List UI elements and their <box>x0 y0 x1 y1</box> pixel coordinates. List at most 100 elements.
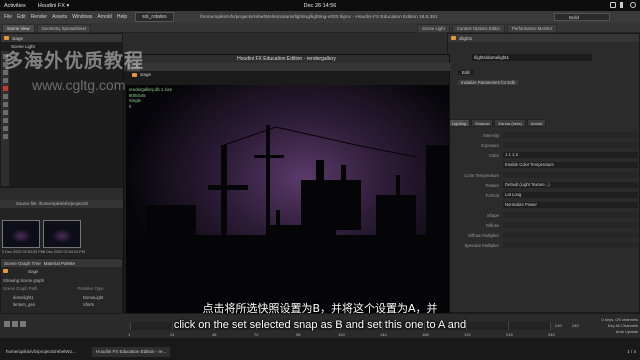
parameter-value[interactable] <box>503 242 638 248</box>
render-info-overlay: rendergallery.db 1 size 800x545 Single 0 <box>129 87 172 109</box>
parameter-row[interactable]: Exposure <box>448 142 639 149</box>
scene-viewer-subhead: Scene Light <box>11 44 35 49</box>
tab-karma[interactable]: Karma (beta) <box>494 119 526 127</box>
desktop-dropdown[interactable]: Build <box>554 13 610 21</box>
viewer-toolbar <box>1 51 9 186</box>
scene-graph-path-label[interactable]: stage <box>28 269 38 275</box>
tab-performance-monitor[interactable]: Performance Monitor <box>507 24 558 33</box>
parameter-value[interactable] <box>503 142 638 148</box>
parameter-value[interactable] <box>503 132 638 138</box>
select-tool-icon[interactable] <box>2 54 8 59</box>
volume-icon <box>620 2 626 8</box>
taskbar: home/opikis/vfx/projects/rebelWo... Houd… <box>0 338 640 360</box>
parameter-value[interactable] <box>503 172 638 178</box>
tab-material-palette[interactable]: Material Palette <box>44 261 75 266</box>
frame-label: 240 <box>548 332 555 337</box>
parameter-row[interactable]: Intensity <box>448 132 639 139</box>
parameter-header: dlight1 <box>448 34 639 42</box>
workspace-counter: 1 / 4 <box>627 349 636 354</box>
tab-context-options[interactable]: Context Options Editor <box>451 24 505 33</box>
parameter-value[interactable] <box>503 212 638 218</box>
parameter-row[interactable]: Color Temperature <box>448 172 639 179</box>
parameter-value[interactable]: 1 1 1.3 <box>503 152 638 158</box>
frame-label: 48 <box>212 332 217 337</box>
tab-scene-view[interactable]: Scene View <box>2 24 35 33</box>
activities-button[interactable]: Activities <box>4 3 26 9</box>
parameter-row[interactable]: Enable Color Temperature <box>448 162 639 169</box>
scene-graph-filter[interactable]: Showing Scene graph <box>3 278 120 284</box>
app-menu[interactable]: Houdini FX ▾ <box>38 3 70 9</box>
menu-file[interactable]: File <box>4 14 12 20</box>
menu-assets[interactable]: Assets <box>52 14 67 20</box>
render-gallery-path: stage <box>132 72 151 77</box>
snapshot-thumb[interactable] <box>2 220 40 248</box>
column-header-path[interactable]: Scene Graph Path <box>3 286 37 292</box>
tab-shadow[interactable]: Shadow <box>471 119 494 127</box>
parameter-label: Color Temperature <box>464 173 499 178</box>
menu-edit[interactable]: Edit <box>17 14 26 20</box>
tab-arnold[interactable]: Arnold <box>526 119 547 127</box>
scale-tool-icon[interactable] <box>2 78 8 83</box>
parameter-pane[interactable]: dlight1 /lights/domelight1 Edit Initiali… <box>447 33 640 313</box>
column-header-type[interactable]: Primitive Type <box>77 286 103 292</box>
camera-tool-icon[interactable] <box>2 126 8 131</box>
scene-viewer-header: stage <box>1 34 122 42</box>
handle-tool-icon[interactable] <box>2 86 8 91</box>
node-title[interactable]: dlight1 <box>459 36 472 41</box>
menu-arnold[interactable]: Arnold <box>97 14 111 20</box>
system-tray[interactable] <box>610 2 636 8</box>
node-path-field[interactable]: /lights/domelight1 <box>472 54 592 61</box>
tab-lighting[interactable]: Lighting <box>448 119 471 127</box>
parameter-value[interactable] <box>503 232 638 238</box>
parameter-value[interactable]: Lat Long <box>503 192 638 198</box>
render-region-icon[interactable] <box>2 134 8 139</box>
parameter-row[interactable]: Specular Multiplier <box>448 242 639 249</box>
render-gallery-path-label[interactable]: stage <box>140 72 151 77</box>
scene-viewer-pane[interactable]: stage Scene Light <box>0 33 123 188</box>
tab-geometry-spreadsheet[interactable]: Geometry Spreadsheet <box>36 24 92 33</box>
edit-dropdown[interactable]: Edit <box>458 70 474 75</box>
view-tool-icon[interactable] <box>2 102 8 107</box>
stage-context-icon <box>132 72 137 77</box>
rotate-tool-icon[interactable] <box>2 70 8 75</box>
parameter-label: Specular Multiplier <box>464 243 499 248</box>
light-tool-icon[interactable] <box>2 118 8 123</box>
parameter-row[interactable]: Format Lat Long <box>448 192 639 199</box>
parameter-row[interactable]: Shape <box>448 212 639 219</box>
tab-scene-light[interactable]: Scene Light <box>417 24 450 33</box>
houdini-menu-bar: File Edit Render Assets Windows Arnold H… <box>0 11 640 23</box>
scene-viewer-path[interactable]: stage <box>12 36 23 41</box>
parameter-value[interactable]: Normalize Power <box>503 202 638 208</box>
menu-help[interactable]: Help <box>117 14 127 20</box>
parameter-row[interactable]: Normalize Power <box>448 202 639 209</box>
rotate-dropdown[interactable]: sol_rotates <box>135 12 174 22</box>
snap-tool-icon[interactable] <box>2 110 8 115</box>
menu-render[interactable]: Render <box>31 14 47 20</box>
tab-scene-graph-tree[interactable]: Scene Graph Tree <box>4 261 41 266</box>
parameter-label: Exposure <box>481 143 499 148</box>
taskbar-item[interactable]: home/opikis/vfx/projects/rebelWo... <box>2 347 80 357</box>
pose-tool-icon[interactable] <box>2 94 8 99</box>
snapshot-thumb[interactable] <box>43 220 81 248</box>
taskbar-item[interactable]: Houdini FX Education Edition - re... <box>92 347 171 357</box>
parameter-row[interactable]: Diffuse Multiplier <box>448 232 639 239</box>
tab-render-gallery[interactable] <box>126 63 141 72</box>
render-image[interactable]: rendergallery.db 1 size 800x545 Single 0 <box>126 85 449 317</box>
parameter-value[interactable] <box>503 222 638 228</box>
menu-windows[interactable]: Windows <box>72 14 92 20</box>
parameter-row[interactable]: Texture Default (Light Texture...) <box>448 182 639 189</box>
parameter-value[interactable]: Enable Color Temperature <box>503 162 638 168</box>
parameter-row[interactable]: Diffuse <box>448 222 639 229</box>
parameter-label: Diffuse <box>486 223 499 228</box>
left-snapshot-strip: 0 Dec 2020 02:53:53 PM 0 Dec 2020 02:54:… <box>0 208 123 258</box>
parameter-value[interactable]: Default (Light Texture...) <box>503 182 638 188</box>
render-info-line: rendergallery.db 1 size <box>129 87 173 92</box>
clock[interactable]: Dec 26 14:56 <box>304 3 337 9</box>
frame-label: 72 <box>254 332 259 337</box>
render-gallery-title[interactable]: Houdini FX Education Edition - rendergal… <box>124 55 449 63</box>
source-file-strip: Source file: /home/opikis/vfx/projects/r <box>0 200 123 208</box>
move-tool-icon[interactable] <box>2 62 8 67</box>
parameter-row[interactable]: Color 1 1 1.3 <box>448 152 639 159</box>
frame-label: 1 <box>128 332 131 337</box>
initialize-parameters-button[interactable]: Initialize Parameters for Edit <box>458 80 518 85</box>
